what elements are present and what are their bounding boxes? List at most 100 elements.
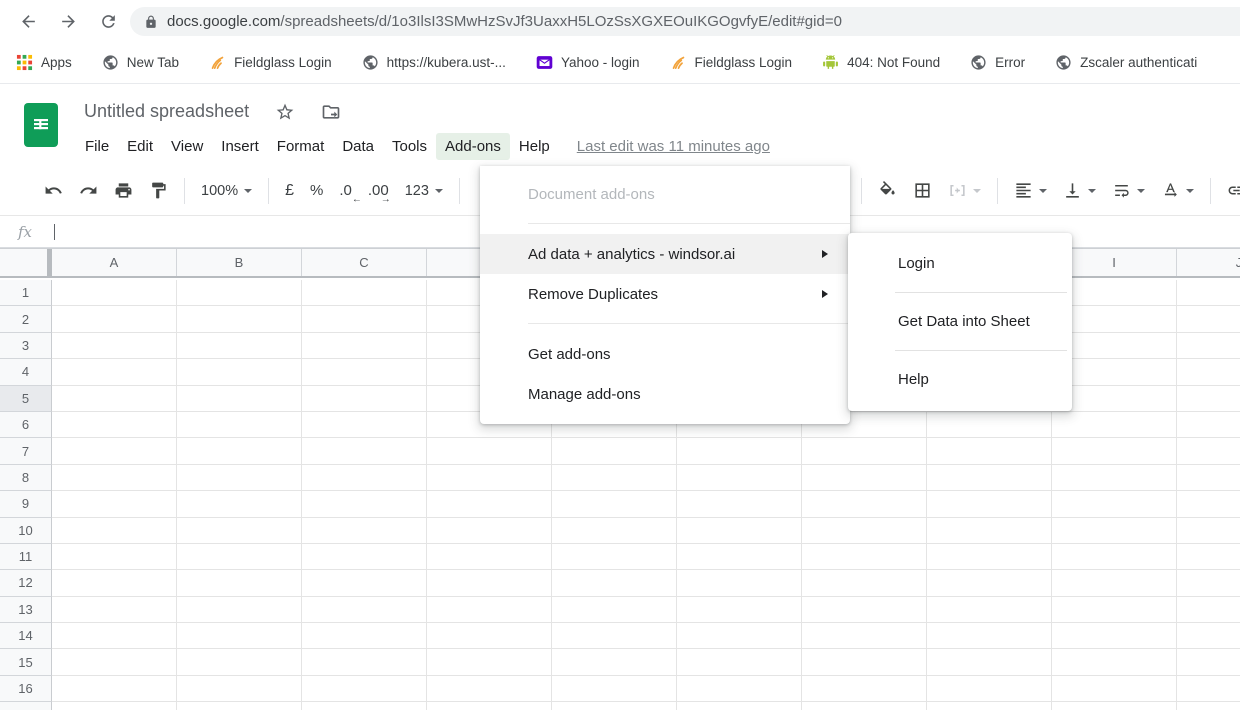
cell-B11[interactable] xyxy=(177,544,302,570)
cell-E12[interactable] xyxy=(552,570,677,596)
cell-B10[interactable] xyxy=(177,518,302,544)
cell-I8[interactable] xyxy=(1052,465,1177,491)
cell-I7[interactable] xyxy=(1052,438,1177,464)
bookmark-404[interactable]: 404: Not Found xyxy=(822,54,940,71)
increase-decimal-button[interactable]: .00→ xyxy=(368,182,389,199)
cell-A3[interactable] xyxy=(52,333,177,359)
row-header-12[interactable]: 12 xyxy=(0,570,52,596)
menu-edit[interactable]: Edit xyxy=(118,133,162,160)
cell-E15[interactable] xyxy=(552,649,677,675)
cell-B17[interactable] xyxy=(177,702,302,710)
cell-D11[interactable] xyxy=(427,544,552,570)
cell-I11[interactable] xyxy=(1052,544,1177,570)
cell-H15[interactable] xyxy=(927,649,1052,675)
row-header-10[interactable]: 10 xyxy=(0,518,52,544)
column-header-J[interactable]: J xyxy=(1177,249,1240,276)
menu-file[interactable]: File xyxy=(76,133,118,160)
cell-E8[interactable] xyxy=(552,465,677,491)
row-header-4[interactable]: 4 xyxy=(0,359,52,385)
column-header-C[interactable]: C xyxy=(302,249,427,276)
bookmark-apps[interactable]: Apps xyxy=(16,54,72,71)
cell-J11[interactable] xyxy=(1177,544,1240,570)
back-icon[interactable] xyxy=(16,9,40,33)
cell-A13[interactable] xyxy=(52,597,177,623)
cell-E14[interactable] xyxy=(552,623,677,649)
cell-I15[interactable] xyxy=(1052,649,1177,675)
cell-F15[interactable] xyxy=(677,649,802,675)
cell-H14[interactable] xyxy=(927,623,1052,649)
cell-H12[interactable] xyxy=(927,570,1052,596)
cell-C13[interactable] xyxy=(302,597,427,623)
decrease-decimal-button[interactable]: .0← xyxy=(339,182,352,199)
cell-B3[interactable] xyxy=(177,333,302,359)
cell-D15[interactable] xyxy=(427,649,552,675)
cell-J12[interactable] xyxy=(1177,570,1240,596)
cell-D14[interactable] xyxy=(427,623,552,649)
menu-item-manage-add-ons[interactable]: Manage add-ons xyxy=(480,374,850,414)
cell-J5[interactable] xyxy=(1177,386,1240,412)
cell-I10[interactable] xyxy=(1052,518,1177,544)
cell-A10[interactable] xyxy=(52,518,177,544)
submenu-item-help[interactable]: Help xyxy=(848,351,1072,408)
cell-A11[interactable] xyxy=(52,544,177,570)
cell-A5[interactable] xyxy=(52,386,177,412)
undo-icon[interactable] xyxy=(44,181,63,200)
cell-C4[interactable] xyxy=(302,359,427,385)
menu-format[interactable]: Format xyxy=(268,133,334,160)
cell-J16[interactable] xyxy=(1177,676,1240,702)
more-formats-button[interactable]: 123 xyxy=(405,183,443,199)
bookmark-error[interactable]: Error xyxy=(970,54,1025,71)
paint-format-icon[interactable] xyxy=(149,181,168,200)
bookmark-yahoo[interactable]: Yahoo - login xyxy=(536,54,640,71)
bookmark-fieldglass-2[interactable]: Fieldglass Login xyxy=(670,54,793,71)
cell-F9[interactable] xyxy=(677,491,802,517)
cell-J17[interactable] xyxy=(1177,702,1240,710)
cell-E13[interactable] xyxy=(552,597,677,623)
cell-H16[interactable] xyxy=(927,676,1052,702)
cell-J15[interactable] xyxy=(1177,649,1240,675)
cell-B1[interactable] xyxy=(177,280,302,306)
cell-G12[interactable] xyxy=(802,570,927,596)
row-header-11[interactable]: 11 xyxy=(0,544,52,570)
cell-F7[interactable] xyxy=(677,438,802,464)
cell-I12[interactable] xyxy=(1052,570,1177,596)
cell-F12[interactable] xyxy=(677,570,802,596)
cell-A17[interactable] xyxy=(52,702,177,710)
cell-A8[interactable] xyxy=(52,465,177,491)
menu-view[interactable]: View xyxy=(162,133,212,160)
cell-C5[interactable] xyxy=(302,386,427,412)
cell-I13[interactable] xyxy=(1052,597,1177,623)
cell-F11[interactable] xyxy=(677,544,802,570)
cell-B5[interactable] xyxy=(177,386,302,412)
row-header-14[interactable]: 14 xyxy=(0,623,52,649)
vertical-align-icon[interactable] xyxy=(1063,181,1096,200)
menu-help[interactable]: Help xyxy=(510,133,559,160)
row-header-8[interactable]: 8 xyxy=(0,465,52,491)
cell-J8[interactable] xyxy=(1177,465,1240,491)
fill-color-icon[interactable] xyxy=(878,181,897,200)
bookmark-zscaler[interactable]: Zscaler authenticati xyxy=(1055,54,1197,71)
cell-E9[interactable] xyxy=(552,491,677,517)
menu-add-ons[interactable]: Add-ons xyxy=(436,133,510,160)
format-currency-button[interactable]: £ xyxy=(285,182,294,200)
forward-icon[interactable] xyxy=(56,9,80,33)
cell-G14[interactable] xyxy=(802,623,927,649)
cell-E10[interactable] xyxy=(552,518,677,544)
cell-C2[interactable] xyxy=(302,306,427,332)
cell-D8[interactable] xyxy=(427,465,552,491)
cell-A7[interactable] xyxy=(52,438,177,464)
cell-B2[interactable] xyxy=(177,306,302,332)
cell-J4[interactable] xyxy=(1177,359,1240,385)
cell-J3[interactable] xyxy=(1177,333,1240,359)
cell-G9[interactable] xyxy=(802,491,927,517)
menu-tools[interactable]: Tools xyxy=(383,133,436,160)
cell-D9[interactable] xyxy=(427,491,552,517)
cell-C14[interactable] xyxy=(302,623,427,649)
cell-G15[interactable] xyxy=(802,649,927,675)
cell-C11[interactable] xyxy=(302,544,427,570)
cell-E16[interactable] xyxy=(552,676,677,702)
cell-G7[interactable] xyxy=(802,438,927,464)
cell-A12[interactable] xyxy=(52,570,177,596)
reload-icon[interactable] xyxy=(96,9,120,33)
menu-item-remove-duplicates[interactable]: Remove Duplicates xyxy=(480,274,850,314)
